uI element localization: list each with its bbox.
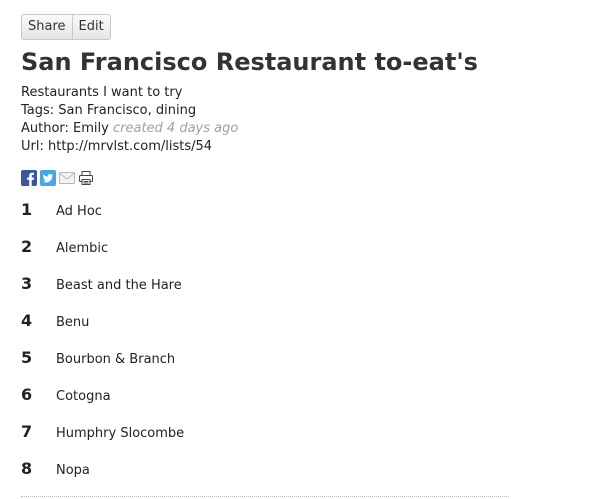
item-number: 8 <box>21 459 33 478</box>
list-description: Restaurants I want to try <box>21 85 183 100</box>
list-tags: Tags: San Francisco, dining <box>21 103 197 118</box>
item-number: 5 <box>21 348 33 367</box>
list-author: Author: Emily <box>21 121 109 136</box>
list-author-line: Author: Emily created 4 days ago <box>21 120 238 138</box>
item-name[interactable]: Ad Hoc <box>56 204 102 219</box>
edit-button[interactable]: Edit <box>71 15 110 39</box>
item-number: 1 <box>21 200 33 219</box>
list-item: 4 Benu <box>21 311 184 348</box>
item-number: 2 <box>21 237 33 256</box>
list-item: 7 Humphry Slocombe <box>21 422 184 459</box>
share-button[interactable]: Share <box>22 15 72 39</box>
list-item: 6 Cotogna <box>21 385 184 422</box>
list-item: 3 Beast and the Hare <box>21 274 184 311</box>
list-item: 2 Alembic <box>21 237 184 274</box>
item-name[interactable]: Cotogna <box>56 389 111 404</box>
list-item: 1 Ad Hoc <box>21 200 184 237</box>
divider <box>21 496 509 497</box>
item-name[interactable]: Nopa <box>56 463 90 478</box>
list-created: created 4 days ago <box>113 121 239 136</box>
list-toolbar: Share Edit <box>21 14 111 40</box>
twitter-icon[interactable] <box>40 170 56 186</box>
item-number: 6 <box>21 385 33 404</box>
restaurant-list: 1 Ad Hoc 2 Alembic 3 Beast and the Hare … <box>21 200 184 496</box>
share-icons <box>21 170 94 186</box>
facebook-icon[interactable] <box>21 170 37 186</box>
list-item: 5 Bourbon & Branch <box>21 348 184 385</box>
item-name[interactable]: Alembic <box>56 241 108 256</box>
item-name[interactable]: Humphry Slocombe <box>56 426 184 441</box>
list-meta: Restaurants I want to try Tags: San Fran… <box>21 84 238 156</box>
list-item: 8 Nopa <box>21 459 184 496</box>
page-title: San Francisco Restaurant to-eat's <box>21 48 478 76</box>
list-url: Url: http://mrvlst.com/lists/54 <box>21 139 213 154</box>
item-name[interactable]: Benu <box>56 315 89 330</box>
item-number: 4 <box>21 311 33 330</box>
item-number: 7 <box>21 422 33 441</box>
email-icon[interactable] <box>59 170 75 186</box>
item-number: 3 <box>21 274 33 293</box>
item-name[interactable]: Bourbon & Branch <box>56 352 175 367</box>
print-icon[interactable] <box>78 170 94 186</box>
item-name[interactable]: Beast and the Hare <box>56 278 182 293</box>
